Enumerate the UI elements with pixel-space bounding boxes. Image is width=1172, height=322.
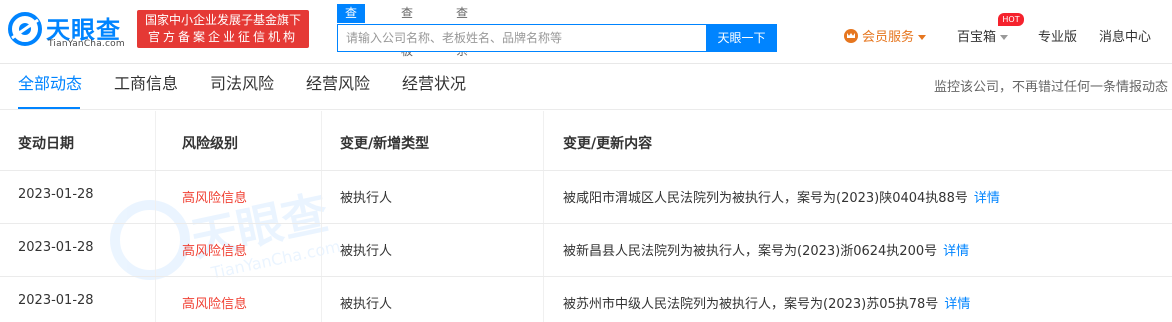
row-change-type: 被执行人 (340, 191, 393, 206)
header-change-type: 变更/新增类型 (340, 136, 430, 152)
toolbox-menu[interactable]: 百宝箱 (957, 28, 1009, 48)
monitor-company-text[interactable]: 监控该公司，不再错过任何一条情报动态 (934, 76, 1168, 95)
tianyancha-logo[interactable]: 天眼查 TianYanCha.com (8, 10, 130, 50)
tab-operation-status[interactable]: 经营状况 (402, 73, 466, 109)
search-tab-boss[interactable]: 查老板 (393, 4, 421, 58)
crown-icon (844, 29, 858, 43)
tab-all-dynamics[interactable]: 全部动态 (18, 73, 82, 109)
row-date: 2023-01-28 (18, 187, 94, 202)
row-risk-level: 高风险信息 (182, 244, 248, 259)
logo-subtitle: TianYanCha.com (48, 39, 125, 49)
header-change-content: 变更/更新内容 (563, 136, 653, 152)
toolbox-label: 百宝箱 (957, 30, 997, 45)
row-risk-level: 高风险信息 (182, 297, 248, 312)
message-center-link[interactable]: 消息中心 (1099, 28, 1151, 48)
vip-service-menu[interactable]: 会员服务 (844, 28, 927, 48)
header-risk-level: 风险级别 (182, 136, 238, 152)
logo-eye-icon (8, 12, 42, 46)
active-tab-indicator (18, 107, 80, 109)
row-risk-level: 高风险信息 (182, 191, 248, 206)
table-header: 变动日期 风险级别 变更/新增类型 变更/更新内容 (0, 111, 1172, 171)
pro-version-link[interactable]: 专业版 (1038, 28, 1077, 48)
header-change-date: 变动日期 (18, 136, 74, 152)
row-change-type: 被执行人 (340, 297, 393, 312)
chevron-down-icon (1000, 35, 1009, 40)
search-tab-relation[interactable]: 查关系 (448, 4, 476, 58)
row-content: 被新昌县人民法院列为被执行人，案号为(2023)浙0624执200号 详情 (563, 240, 969, 259)
table-row: 2023-01-28 高风险信息 被执行人 被新昌县人民法院列为被执行人，案号为… (0, 224, 1172, 277)
row-content-text: 被新昌县人民法院列为被执行人，案号为(2023)浙0624执200号 (563, 244, 938, 259)
row-content: 被苏州市中级人民法院列为被执行人，案号为(2023)苏05执78号 详情 (563, 293, 970, 312)
row-date: 2023-01-28 (18, 240, 94, 255)
search-box: 天眼一下 (337, 24, 777, 52)
tab-business-info[interactable]: 工商信息 (114, 73, 178, 109)
detail-link[interactable]: 详情 (943, 244, 969, 259)
hot-badge: HOT (998, 13, 1024, 26)
tab-judicial-risk[interactable]: 司法风险 (210, 73, 274, 109)
badge-line-2: 官方备案企业征信机构 (147, 30, 298, 44)
row-content-text: 被苏州市中级人民法院列为被执行人，案号为(2023)苏05执78号 (563, 297, 939, 312)
table-row: 2023-01-28 高风险信息 被执行人 被咸阳市渭城区人民法院列为被执行人，… (0, 171, 1172, 224)
official-badge: 国家中小企业发展子基金旗下 官方备案企业征信机构 (137, 10, 309, 48)
tab-operation-risk[interactable]: 经营风险 (306, 73, 370, 109)
top-header: 天眼查 TianYanCha.com 国家中小企业发展子基金旗下 官方备案企业征… (0, 0, 1172, 64)
row-content-text: 被咸阳市渭城区人民法院列为被执行人，案号为(2023)陕0404执88号 (563, 191, 968, 206)
row-change-type: 被执行人 (340, 244, 393, 259)
detail-link[interactable]: 详情 (944, 297, 970, 312)
search-input[interactable] (338, 25, 706, 51)
search-tab-company[interactable]: 查公司 (337, 4, 366, 58)
search-button[interactable]: 天眼一下 (706, 25, 777, 51)
row-date: 2023-01-28 (18, 293, 94, 308)
chevron-down-icon (918, 35, 927, 40)
vip-label: 会员服务 (862, 30, 915, 45)
row-content: 被咸阳市渭城区人民法院列为被执行人，案号为(2023)陕0404执88号 详情 (563, 187, 1000, 206)
table-row: 2023-01-28 高风险信息 被执行人 被苏州市中级人民法院列为被执行人，案… (0, 277, 1172, 322)
badge-line-1: 国家中小企业发展子基金旗下 (144, 13, 301, 27)
detail-link[interactable]: 详情 (974, 191, 1000, 206)
